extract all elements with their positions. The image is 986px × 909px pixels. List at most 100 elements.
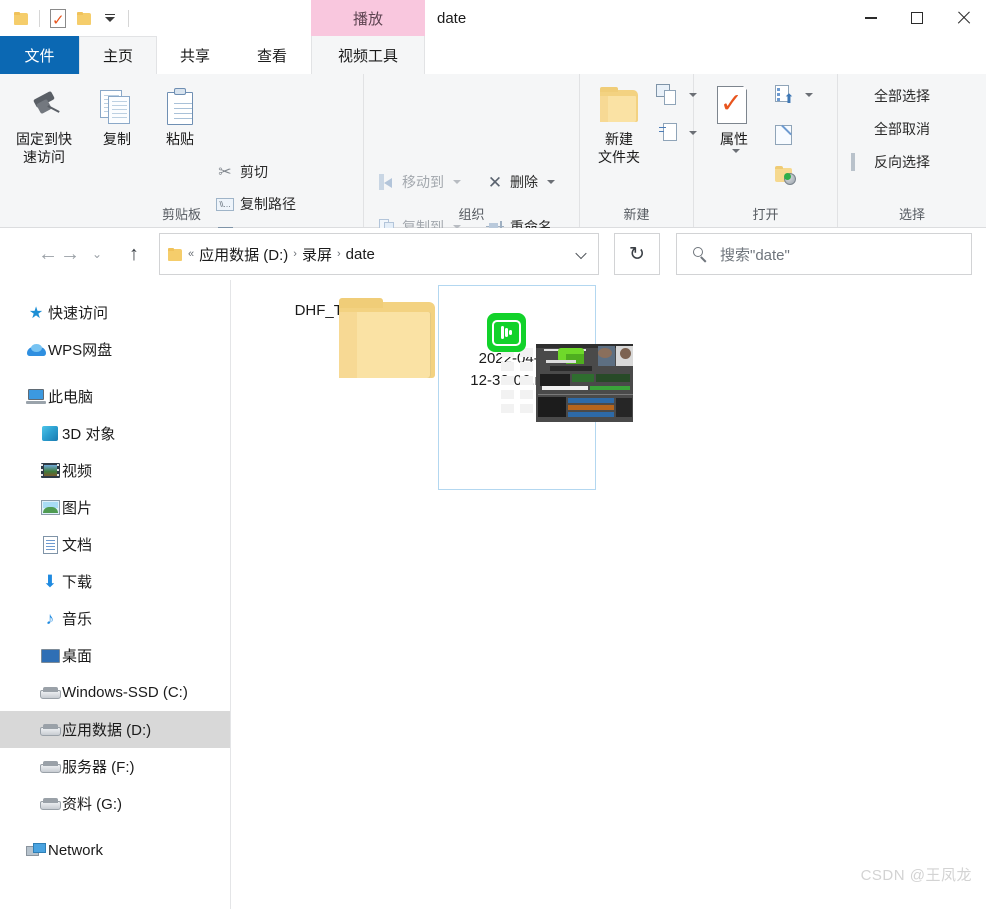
copy-label: 复制 bbox=[103, 131, 131, 147]
sidebar-item-this-pc[interactable]: 此电脑 bbox=[0, 378, 230, 415]
download-icon: ⬇ bbox=[42, 572, 58, 591]
new-folder-button[interactable]: 新建 文件夹 bbox=[586, 82, 652, 166]
sidebar-label-music: 音乐 bbox=[62, 611, 93, 628]
sidebar-label-network: Network bbox=[48, 842, 104, 859]
tab-share[interactable]: 共享 bbox=[157, 36, 233, 74]
sidebar-item-server-f[interactable]: 服务器 (F:) bbox=[0, 748, 230, 785]
breadcrumb-item-drive[interactable]: 应用数据 (D:) bbox=[199, 244, 288, 265]
group-label-new: 新建 bbox=[623, 207, 650, 222]
sidebar-item-quick-access[interactable]: ★ 快速访问 bbox=[0, 294, 230, 331]
ribbon-tab-strip: 文件 主页 共享 查看 视频工具 ? bbox=[0, 36, 986, 101]
sidebar-item-3d-objects[interactable]: 3D 对象 bbox=[0, 415, 230, 452]
sidebar-item-music[interactable]: ♪ 音乐 bbox=[0, 600, 230, 637]
tab-view[interactable]: 查看 bbox=[233, 36, 311, 74]
invert-selection-icon bbox=[850, 152, 868, 171]
select-none-label: 全部取消 bbox=[874, 121, 930, 137]
refresh-button[interactable]: ↻ bbox=[614, 233, 660, 275]
search-input[interactable]: 搜索"date" bbox=[720, 244, 790, 265]
edit-button[interactable] bbox=[774, 124, 796, 145]
sidebar-label-3d-objects: 3D 对象 bbox=[62, 426, 116, 443]
sidebar-item-appdata-d[interactable]: 应用数据 (D:) bbox=[0, 711, 230, 748]
delete-button[interactable]: ✕ 删除 bbox=[486, 172, 555, 192]
qat-properties-icon[interactable]: ✓ bbox=[45, 5, 71, 31]
recent-locations-button[interactable]: ⌄ bbox=[88, 240, 106, 268]
sidebar-item-documents[interactable]: 文档 bbox=[0, 526, 230, 563]
breadcrumb-separator-2[interactable]: › bbox=[337, 248, 341, 260]
invert-selection-label: 反向选择 bbox=[874, 154, 930, 170]
easy-access-icon bbox=[658, 123, 680, 142]
pin-to-quick-access-button[interactable]: 固定到快 速访问 bbox=[8, 82, 80, 166]
properties-button[interactable]: ✓ 属性 bbox=[702, 82, 766, 153]
open-with-caret-icon[interactable] bbox=[805, 93, 813, 97]
maximize-button[interactable] bbox=[894, 0, 940, 36]
invert-selection-button[interactable]: 反向选择 bbox=[850, 152, 930, 172]
qat-customize-dropdown-icon[interactable] bbox=[97, 5, 123, 31]
paste-button[interactable]: 粘贴 bbox=[144, 82, 216, 148]
forward-button[interactable]: → bbox=[56, 240, 84, 268]
sidebar-item-data-g[interactable]: 资料 (G:) bbox=[0, 785, 230, 822]
title-bar: ✓ 播放 date bbox=[0, 0, 986, 36]
search-icon bbox=[693, 246, 708, 262]
sidebar-item-videos[interactable]: 视频 bbox=[0, 452, 230, 489]
move-to-caret-icon[interactable] bbox=[453, 180, 461, 184]
delete-caret-icon[interactable] bbox=[547, 180, 555, 184]
tab-video-tools[interactable]: 视频工具 bbox=[311, 36, 425, 74]
properties-icon: ✓ bbox=[717, 82, 751, 126]
open-with-button[interactable]: ⬆ bbox=[774, 85, 813, 106]
video-icon bbox=[38, 463, 62, 478]
qat-folder-icon[interactable] bbox=[8, 5, 34, 31]
breadcrumb-overflow-icon[interactable]: « bbox=[188, 248, 194, 260]
navigation-pane[interactable]: ★ 快速访问 WPS网盘 此电脑 3D 对象 视频 图片 文档 ⬇ 下载 ♪ 音… bbox=[0, 280, 231, 909]
group-label-organize: 组织 bbox=[458, 207, 485, 222]
watermark: CSDN @王凤龙 bbox=[860, 867, 972, 884]
pc-icon bbox=[24, 388, 48, 405]
open-with-icon: ⬆ bbox=[774, 85, 796, 106]
paste-icon bbox=[165, 82, 195, 126]
properties-caret-icon[interactable] bbox=[731, 149, 740, 153]
history-icon bbox=[774, 165, 798, 185]
tab-home[interactable]: 主页 bbox=[79, 36, 157, 74]
qat-new-folder-icon[interactable] bbox=[71, 5, 97, 31]
search-box[interactable]: 搜索"date" bbox=[676, 233, 972, 275]
new-folder-label-line1: 新建 bbox=[605, 131, 633, 147]
select-all-button[interactable]: 全部选择 bbox=[850, 86, 930, 106]
item-tile-video[interactable]: 2022-04-12 12-32-06.mp4 bbox=[438, 285, 633, 490]
address-breadcrumb-bar[interactable]: « 应用数据 (D:) › 录屏 › date bbox=[159, 233, 599, 275]
tab-file[interactable]: 文件 bbox=[0, 36, 79, 74]
select-none-icon bbox=[850, 120, 868, 138]
ribbon-group-organize: 移动到 复制到 ✕ 删除 重命名 组织 bbox=[364, 74, 580, 235]
minimize-button[interactable] bbox=[848, 0, 894, 36]
refresh-icon: ↻ bbox=[629, 243, 645, 265]
breadcrumb-dropdown-icon[interactable] bbox=[577, 250, 586, 259]
breadcrumb-item-luping[interactable]: 录屏 bbox=[302, 244, 332, 265]
qat-separator bbox=[39, 9, 40, 27]
delete-label: 删除 bbox=[510, 174, 538, 190]
pin-label-line1: 固定到快 bbox=[16, 131, 72, 147]
select-none-button[interactable]: 全部取消 bbox=[850, 119, 930, 139]
items-view[interactable]: DHF_TEMP 2022-04-12 12-32-06.mp4 bbox=[232, 280, 986, 909]
new-item-icon bbox=[656, 84, 680, 105]
new-folder-label-line2: 文件夹 bbox=[598, 149, 640, 165]
new-item-button[interactable] bbox=[656, 84, 697, 105]
cut-button[interactable]: ✂ 剪切 bbox=[216, 162, 268, 182]
sidebar-label-pictures: 图片 bbox=[62, 500, 93, 517]
breadcrumb-item-date[interactable]: date bbox=[346, 246, 375, 263]
up-button[interactable]: ↑ bbox=[120, 240, 148, 268]
sidebar-item-pictures[interactable]: 图片 bbox=[0, 489, 230, 526]
drive-icon bbox=[38, 760, 62, 773]
select-all-label: 全部选择 bbox=[874, 88, 930, 104]
sidebar-item-wps-cloud[interactable]: WPS网盘 bbox=[0, 331, 230, 368]
sidebar-item-desktop[interactable]: 桌面 bbox=[0, 637, 230, 674]
copy-button[interactable]: 复制 bbox=[81, 82, 153, 148]
delete-icon: ✕ bbox=[487, 172, 503, 192]
move-to-button[interactable]: 移动到 bbox=[378, 172, 461, 192]
sidebar-item-network[interactable]: Network bbox=[0, 832, 230, 869]
breadcrumb-separator-1[interactable]: › bbox=[293, 248, 297, 260]
sidebar-item-downloads[interactable]: ⬇ 下载 bbox=[0, 563, 230, 600]
document-icon bbox=[38, 535, 62, 554]
easy-access-button[interactable] bbox=[658, 123, 697, 142]
item-tile-folder[interactable]: DHF_TEMP bbox=[256, 288, 435, 378]
sidebar-item-windows-ssd-c[interactable]: Windows-SSD (C:) bbox=[0, 674, 230, 711]
history-button[interactable] bbox=[774, 165, 798, 185]
close-button[interactable] bbox=[940, 0, 986, 36]
